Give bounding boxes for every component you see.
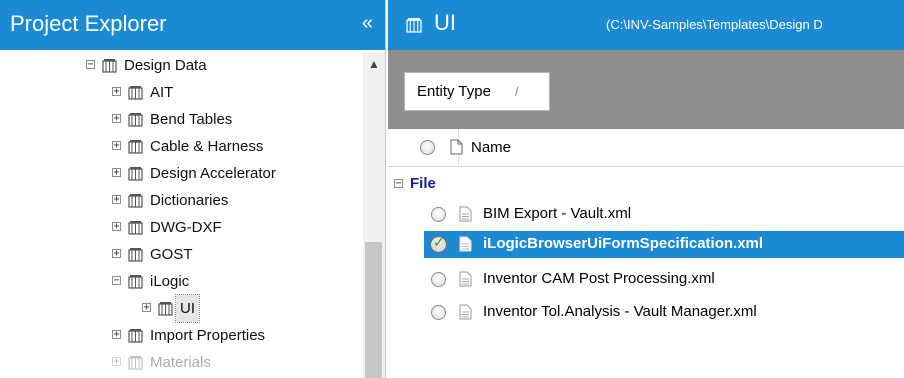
tree-item-label: iLogic (150, 273, 190, 290)
tree-item-label: Cable & Harness (150, 138, 264, 155)
expand-toggle-icon[interactable]: + (112, 114, 121, 124)
row-select-radio[interactable] (431, 207, 446, 222)
xml-file-icon (459, 236, 472, 252)
expand-toggle-icon[interactable]: + (112, 330, 121, 340)
group-by-entity-type-chip[interactable]: Entity Type / (404, 72, 550, 111)
panel-header: UI (C:\INV-Samples\Templates\Design D (388, 0, 904, 50)
group-label: File (410, 175, 436, 192)
file-name: Inventor Tol.Analysis - Vault Manager.xm… (483, 303, 757, 320)
sort-indicator-icon: / (515, 84, 519, 99)
group-by-label: Entity Type (417, 83, 491, 100)
file-row-selected[interactable]: ✓ iLogicBrowserUiFormSpecification.xml (388, 229, 904, 260)
expand-toggle-icon[interactable]: + (112, 87, 121, 97)
tree-item-label: Design Accelerator (150, 165, 276, 182)
collapse-toggle-icon[interactable]: − (112, 276, 121, 286)
library-icon (128, 86, 143, 100)
row-select-radio[interactable] (431, 305, 446, 320)
library-icon (406, 18, 422, 33)
collapse-toggle-icon[interactable]: − (394, 179, 403, 189)
tree-item-label: GOST (150, 246, 193, 263)
tree-item-label: Import Properties (150, 327, 266, 344)
tree-item-label: Bend Tables (150, 111, 233, 128)
checkmark-icon: ✓ (433, 234, 445, 250)
column-name-header[interactable]: Name (471, 139, 511, 156)
tree-scrollbar[interactable]: ▲ (363, 52, 385, 378)
expand-toggle-icon[interactable]: + (112, 195, 121, 205)
project-tree: − Design Data + AIT + Bend Tables + Cabl… (0, 52, 360, 378)
collapse-toggle-icon[interactable]: − (86, 60, 95, 70)
library-icon (128, 221, 143, 235)
file-row[interactable]: Inventor Tol.Analysis - Vault Manager.xm… (388, 297, 904, 328)
file-name: Inventor CAM Post Processing.xml (483, 270, 715, 287)
library-icon (128, 275, 143, 289)
tree-item-label: Materials (150, 354, 211, 371)
tree-item-label: UI (175, 294, 200, 323)
expand-toggle-icon[interactable]: + (112, 249, 121, 259)
panel-path: (C:\INV-Samples\Templates\Design D (606, 17, 823, 32)
row-checked-radio[interactable]: ✓ (430, 234, 447, 253)
document-icon (450, 139, 463, 155)
xml-file-icon (459, 271, 472, 287)
library-icon (128, 167, 143, 181)
collapse-panel-button[interactable]: « (362, 12, 373, 35)
expand-toggle-icon[interactable]: + (112, 357, 121, 367)
library-icon (102, 59, 117, 73)
row-select-radio[interactable] (431, 272, 446, 287)
tree-item-label: DWG-DXF (150, 219, 222, 236)
expand-toggle-icon[interactable]: + (112, 141, 121, 151)
tree-item-label: AIT (150, 84, 174, 101)
library-icon (128, 248, 143, 262)
file-row[interactable]: Inventor CAM Post Processing.xml (388, 264, 904, 295)
library-icon (128, 113, 143, 127)
library-icon (158, 302, 173, 316)
tree-item-label: Design Data (124, 57, 207, 74)
expand-toggle-icon[interactable]: + (142, 303, 151, 313)
xml-file-icon (459, 304, 472, 320)
group-row-file[interactable]: − File (388, 170, 904, 198)
column-header-row: Name (388, 129, 904, 167)
library-icon (128, 140, 143, 154)
file-name: BIM Export - Vault.xml (483, 205, 632, 222)
project-explorer-header: Project Explorer « (0, 0, 385, 50)
file-row[interactable]: BIM Export - Vault.xml (388, 199, 904, 230)
expand-toggle-icon[interactable]: + (112, 222, 121, 232)
library-icon (128, 329, 143, 343)
select-all-radio[interactable] (420, 140, 435, 155)
library-contents-panel: UI (C:\INV-Samples\Templates\Design D En… (388, 0, 904, 378)
project-explorer-title: Project Explorer (10, 11, 167, 36)
scrollbar-thumb[interactable] (365, 242, 382, 378)
file-name: iLogicBrowserUiFormSpecification.xml (483, 235, 764, 252)
project-explorer-panel: Project Explorer « − Design Data + AIT +… (0, 0, 386, 378)
library-icon (128, 356, 143, 370)
tree-item-label: Dictionaries (150, 192, 229, 209)
xml-file-icon (459, 206, 472, 222)
panel-title: UI (434, 10, 456, 35)
expand-toggle-icon[interactable]: + (112, 168, 121, 178)
scroll-up-arrow-icon[interactable]: ▲ (368, 57, 380, 71)
group-by-bar: Entity Type / (388, 50, 904, 129)
library-icon (128, 194, 143, 208)
